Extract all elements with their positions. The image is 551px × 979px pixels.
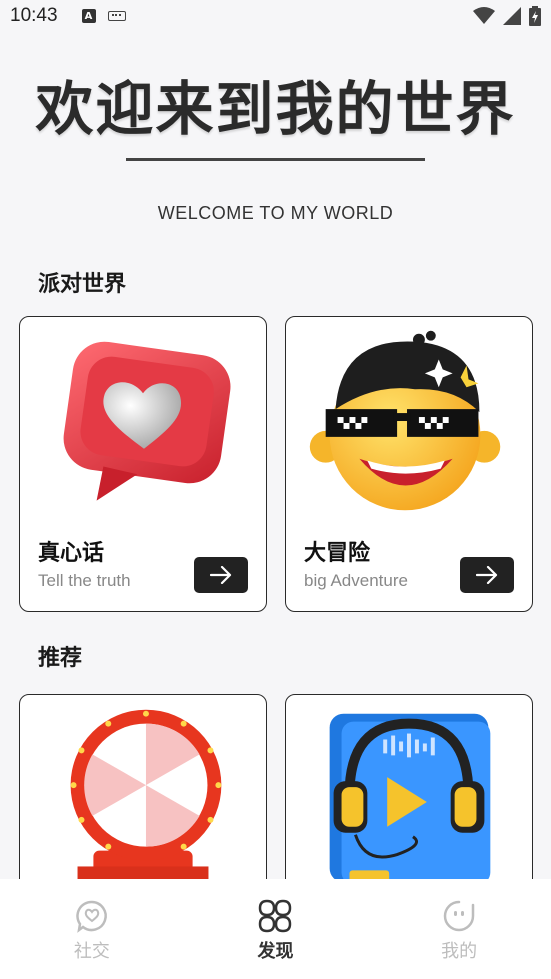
chat-heart-icon xyxy=(76,900,107,933)
card-title: 大冒险 xyxy=(304,541,371,566)
hero-subtitle: WELCOME TO MY WORLD xyxy=(157,203,394,223)
card-subtitle: Tell the truth xyxy=(38,571,131,590)
card-title: 真心话 xyxy=(38,541,105,566)
go-button[interactable] xyxy=(194,557,248,593)
card-dare[interactable]: 大冒险 big Adventure xyxy=(285,316,533,612)
card-subtitle: big Adventure xyxy=(304,571,408,590)
tab-discover[interactable]: 发现 xyxy=(215,879,335,963)
heart-chat-bubble-icon xyxy=(63,341,231,501)
tab-label: 发现 xyxy=(257,941,294,962)
section-title-recommend: 推荐 xyxy=(38,646,83,671)
bottom-tab-bar: 社交 发现 我的 xyxy=(0,879,551,979)
hero-divider xyxy=(126,158,425,161)
section-title-party: 派对世界 xyxy=(38,272,127,297)
status-time: 10:43 xyxy=(10,5,58,26)
prize-wheel-icon xyxy=(70,709,222,897)
wifi-icon xyxy=(473,7,495,24)
tab-label: 社交 xyxy=(73,941,110,962)
tab-mine[interactable]: 我的 xyxy=(399,879,519,963)
status-bar: 10:43 A xyxy=(0,0,551,32)
face-bubble-icon xyxy=(443,900,475,932)
hero-title: 欢迎来到我的世界 xyxy=(35,75,516,143)
cool-emoji-face-icon xyxy=(309,330,501,511)
arrow-right-icon xyxy=(476,566,498,584)
tab-social[interactable]: 社交 xyxy=(32,879,152,963)
arrow-right-icon xyxy=(210,566,232,584)
discover-grid-icon xyxy=(259,899,292,933)
signal-icon xyxy=(503,7,521,25)
headphones-book-icon xyxy=(329,713,491,885)
a-notification-icon: A xyxy=(81,9,96,23)
tab-label: 我的 xyxy=(441,941,478,962)
keyboard-icon xyxy=(107,11,126,21)
card-truth[interactable]: 真心话 Tell the truth xyxy=(19,316,267,612)
go-button[interactable] xyxy=(460,557,514,593)
battery-icon xyxy=(529,6,541,26)
